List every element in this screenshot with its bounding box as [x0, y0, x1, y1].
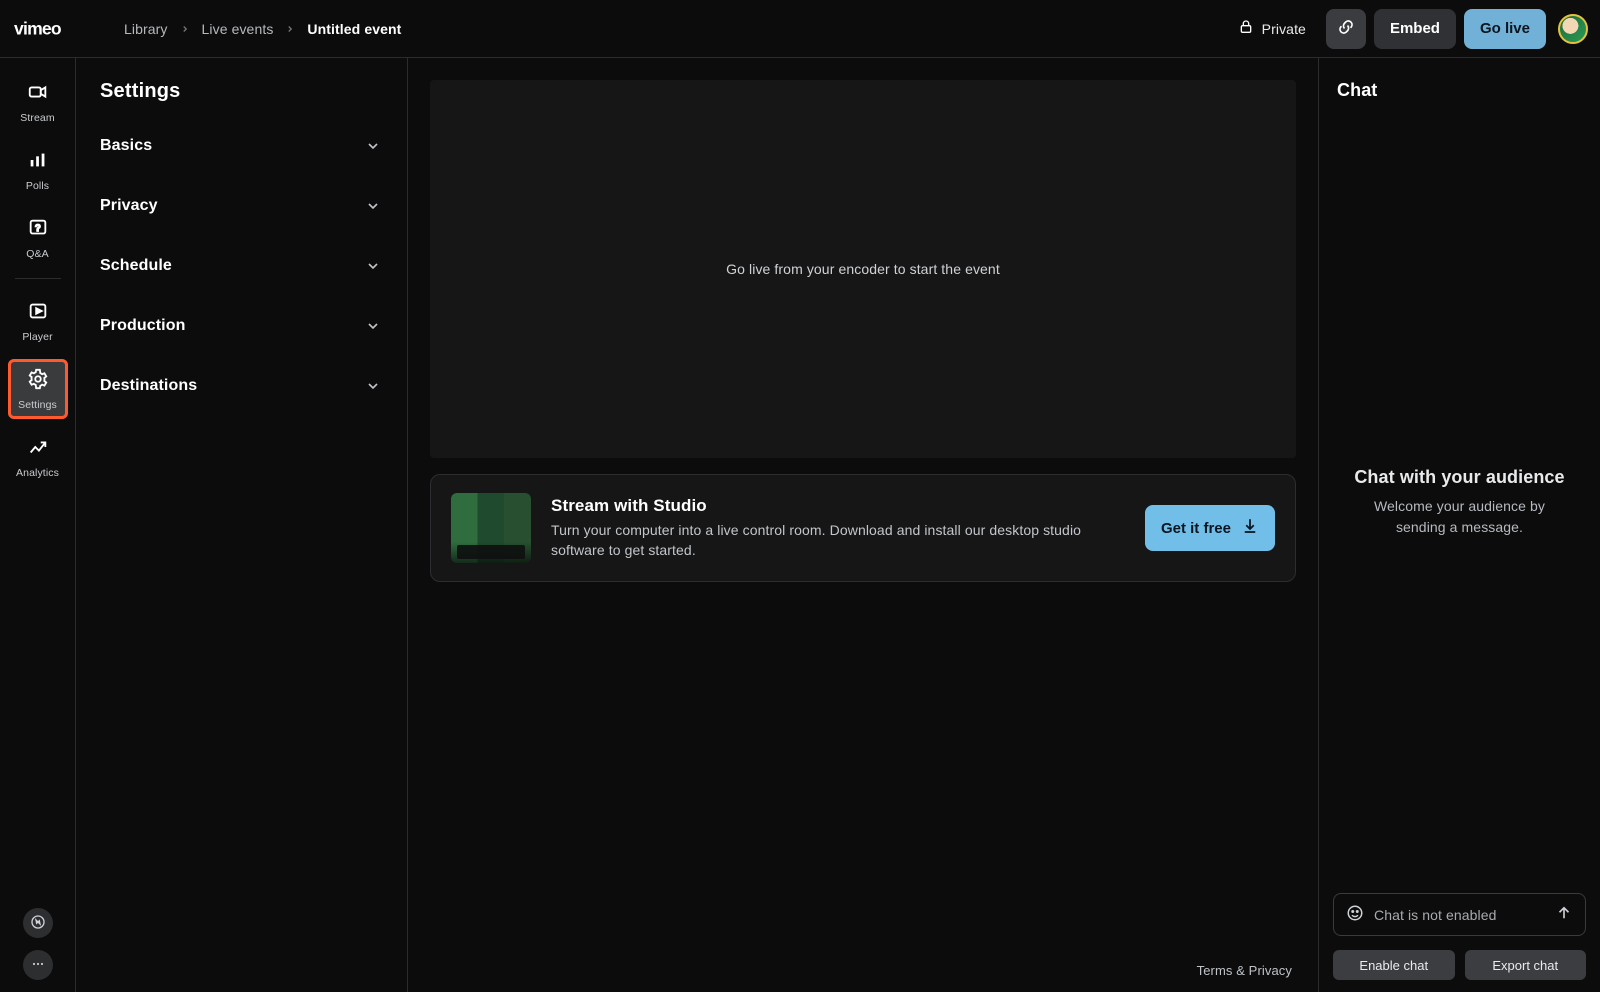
chat-panel: Chat Chat with your audience Welcome you…: [1318, 58, 1600, 992]
privacy-label: Private: [1262, 21, 1306, 37]
settings-panel: Settings Basics Privacy Schedule Product…: [76, 58, 408, 992]
send-icon[interactable]: [1555, 904, 1573, 925]
section-destinations[interactable]: Destinations: [98, 361, 389, 411]
avatar[interactable]: [1558, 14, 1588, 44]
more-button[interactable]: [23, 950, 53, 980]
get-studio-button[interactable]: Get it free: [1145, 505, 1275, 551]
chevron-down-icon: [365, 318, 381, 334]
chevron-right-icon: [180, 24, 190, 34]
chat-empty-state: Chat with your audience Welcome your aud…: [1333, 111, 1586, 893]
footer: Terms & Privacy: [430, 949, 1296, 992]
compass-icon: [30, 914, 46, 933]
rail-label: Stream: [20, 112, 54, 124]
rail-item-polls[interactable]: Polls: [8, 140, 68, 200]
rail-item-stream[interactable]: Stream: [8, 72, 68, 132]
download-icon: [1241, 517, 1259, 539]
settings-accordion: Basics Privacy Schedule Production Desti…: [98, 121, 389, 411]
enable-chat-button[interactable]: Enable chat: [1333, 950, 1455, 980]
rail-item-analytics[interactable]: Analytics: [8, 427, 68, 487]
analytics-icon: [27, 436, 49, 461]
section-label: Basics: [100, 137, 152, 155]
rail-separator: [15, 278, 61, 279]
promo-title: Stream with Studio: [551, 496, 1125, 516]
breadcrumb-current: Untitled event: [307, 21, 401, 37]
section-production[interactable]: Production: [98, 301, 389, 351]
more-horizontal-icon: [30, 956, 46, 975]
svg-text:?: ?: [35, 222, 40, 232]
section-basics[interactable]: Basics: [98, 121, 389, 171]
section-label: Privacy: [100, 197, 158, 215]
lock-icon: [1238, 19, 1254, 38]
chevron-down-icon: [365, 258, 381, 274]
rail-label: Q&A: [26, 248, 48, 260]
chevron-down-icon: [365, 138, 381, 154]
main-stage: Go live from your encoder to start the e…: [408, 58, 1318, 992]
rail-item-settings[interactable]: Settings: [8, 359, 68, 419]
rail-label: Polls: [26, 180, 49, 192]
svg-text:vimeo: vimeo: [14, 18, 62, 38]
section-label: Schedule: [100, 257, 172, 275]
breadcrumb-live-events[interactable]: Live events: [202, 21, 274, 37]
studio-thumbnail: [451, 493, 531, 563]
rail-item-qa[interactable]: ? Q&A: [8, 208, 68, 268]
emoji-icon[interactable]: [1346, 904, 1364, 925]
compass-button[interactable]: [23, 908, 53, 938]
embed-button[interactable]: Embed: [1374, 9, 1456, 49]
left-rail: Stream Polls ? Q&A Player Settings: [0, 58, 76, 992]
chat-empty-title: Chat with your audience: [1354, 467, 1564, 488]
video-stage: Go live from your encoder to start the e…: [430, 80, 1296, 458]
breadcrumb: Library Live events Untitled event: [124, 21, 401, 37]
rail-item-player[interactable]: Player: [8, 291, 68, 351]
chevron-down-icon: [365, 378, 381, 394]
chat-input[interactable]: Chat is not enabled: [1333, 893, 1586, 936]
section-label: Production: [100, 317, 185, 335]
section-privacy[interactable]: Privacy: [98, 181, 389, 231]
stage-placeholder: Go live from your encoder to start the e…: [726, 261, 1000, 277]
go-live-button[interactable]: Go live: [1464, 9, 1546, 49]
section-label: Destinations: [100, 377, 197, 395]
page-title: Settings: [100, 80, 389, 103]
chat-empty-description: Welcome your audience by sending a messa…: [1355, 496, 1565, 538]
terms-link[interactable]: Terms & Privacy: [1197, 963, 1292, 978]
breadcrumb-library[interactable]: Library: [124, 21, 168, 37]
privacy-indicator[interactable]: Private: [1238, 19, 1306, 38]
gear-icon: [27, 368, 49, 393]
rail-label: Settings: [18, 399, 57, 411]
cta-label: Get it free: [1161, 520, 1231, 537]
studio-promo: Stream with Studio Turn your computer in…: [430, 474, 1296, 582]
chat-title: Chat: [1337, 80, 1586, 101]
topbar: vimeo Library Live events Untitled event…: [0, 0, 1600, 58]
promo-description: Turn your computer into a live control r…: [551, 520, 1125, 561]
play-square-icon: [27, 300, 49, 325]
link-icon: [1337, 18, 1355, 40]
bars-icon: [27, 149, 49, 174]
export-chat-button[interactable]: Export chat: [1465, 950, 1587, 980]
rail-label: Player: [22, 331, 52, 343]
vimeo-logo[interactable]: vimeo: [14, 17, 102, 41]
chat-placeholder: Chat is not enabled: [1374, 907, 1545, 923]
chevron-right-icon: [285, 24, 295, 34]
camera-icon: [27, 81, 49, 106]
rail-label: Analytics: [16, 467, 59, 479]
copy-link-button[interactable]: [1326, 9, 1366, 49]
section-schedule[interactable]: Schedule: [98, 241, 389, 291]
chevron-down-icon: [365, 198, 381, 214]
question-icon: ?: [27, 217, 49, 242]
